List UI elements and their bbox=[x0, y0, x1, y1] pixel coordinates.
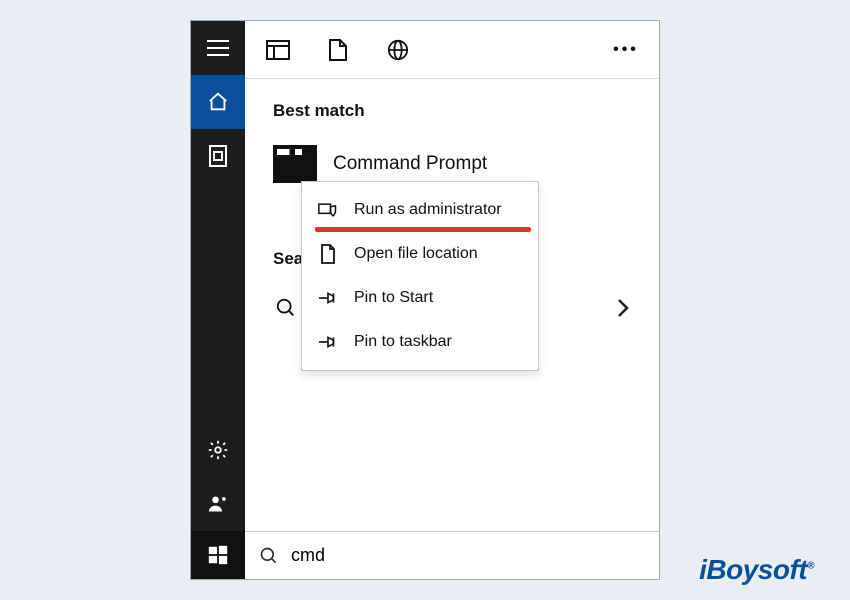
globe-icon bbox=[387, 39, 409, 61]
start-search-panel: ••• Best match Command Prompt Search the… bbox=[190, 20, 660, 580]
sidebar bbox=[191, 21, 245, 579]
tab-more[interactable]: ••• bbox=[613, 37, 639, 63]
sidebar-menu-button[interactable] bbox=[191, 21, 245, 75]
windows-logo-icon bbox=[207, 544, 229, 566]
shield-icon bbox=[318, 200, 338, 220]
user-icon bbox=[208, 494, 228, 514]
context-menu: Run as administrator Open file location … bbox=[301, 181, 539, 371]
page-icon bbox=[329, 39, 347, 61]
tab-apps[interactable] bbox=[265, 37, 291, 63]
ctx-label: Open file location bbox=[354, 245, 478, 263]
ctx-label: Pin to Start bbox=[354, 289, 433, 307]
command-prompt-icon bbox=[273, 145, 317, 183]
windows-start-button[interactable] bbox=[191, 531, 245, 579]
ctx-open-file-location[interactable]: Open file location bbox=[302, 232, 538, 276]
home-icon bbox=[207, 91, 229, 113]
search-input[interactable] bbox=[291, 545, 645, 566]
tab-documents[interactable] bbox=[325, 37, 351, 63]
ctx-label: Pin to taskbar bbox=[354, 333, 452, 351]
apps-icon bbox=[266, 40, 290, 60]
more-icon: ••• bbox=[613, 41, 639, 59]
pin-icon bbox=[318, 288, 338, 308]
gear-icon bbox=[207, 439, 229, 461]
ctx-pin-to-taskbar[interactable]: Pin to taskbar bbox=[302, 320, 538, 364]
file-location-icon bbox=[318, 244, 338, 264]
tab-web[interactable] bbox=[385, 37, 411, 63]
result-title: Command Prompt bbox=[333, 153, 487, 175]
ctx-run-as-admin[interactable]: Run as administrator bbox=[302, 188, 538, 232]
pin-icon bbox=[318, 332, 338, 352]
highlight-underline bbox=[315, 227, 531, 232]
search-bar[interactable] bbox=[245, 531, 659, 579]
search-icon bbox=[275, 297, 297, 319]
watermark-brand: iBoysoft® bbox=[699, 554, 814, 586]
document-icon bbox=[209, 145, 227, 167]
ctx-pin-to-start[interactable]: Pin to Start bbox=[302, 276, 538, 320]
search-icon bbox=[259, 546, 279, 566]
hamburger-icon bbox=[207, 40, 229, 56]
chevron-right-icon bbox=[617, 298, 629, 318]
ctx-label: Run as administrator bbox=[354, 201, 502, 219]
filter-tabbar: ••• bbox=[245, 21, 659, 79]
sidebar-settings[interactable] bbox=[191, 423, 245, 477]
sidebar-home[interactable] bbox=[191, 75, 245, 129]
best-match-label: Best match bbox=[273, 101, 631, 121]
sidebar-profile[interactable] bbox=[191, 477, 245, 531]
sidebar-documents[interactable] bbox=[191, 129, 245, 183]
